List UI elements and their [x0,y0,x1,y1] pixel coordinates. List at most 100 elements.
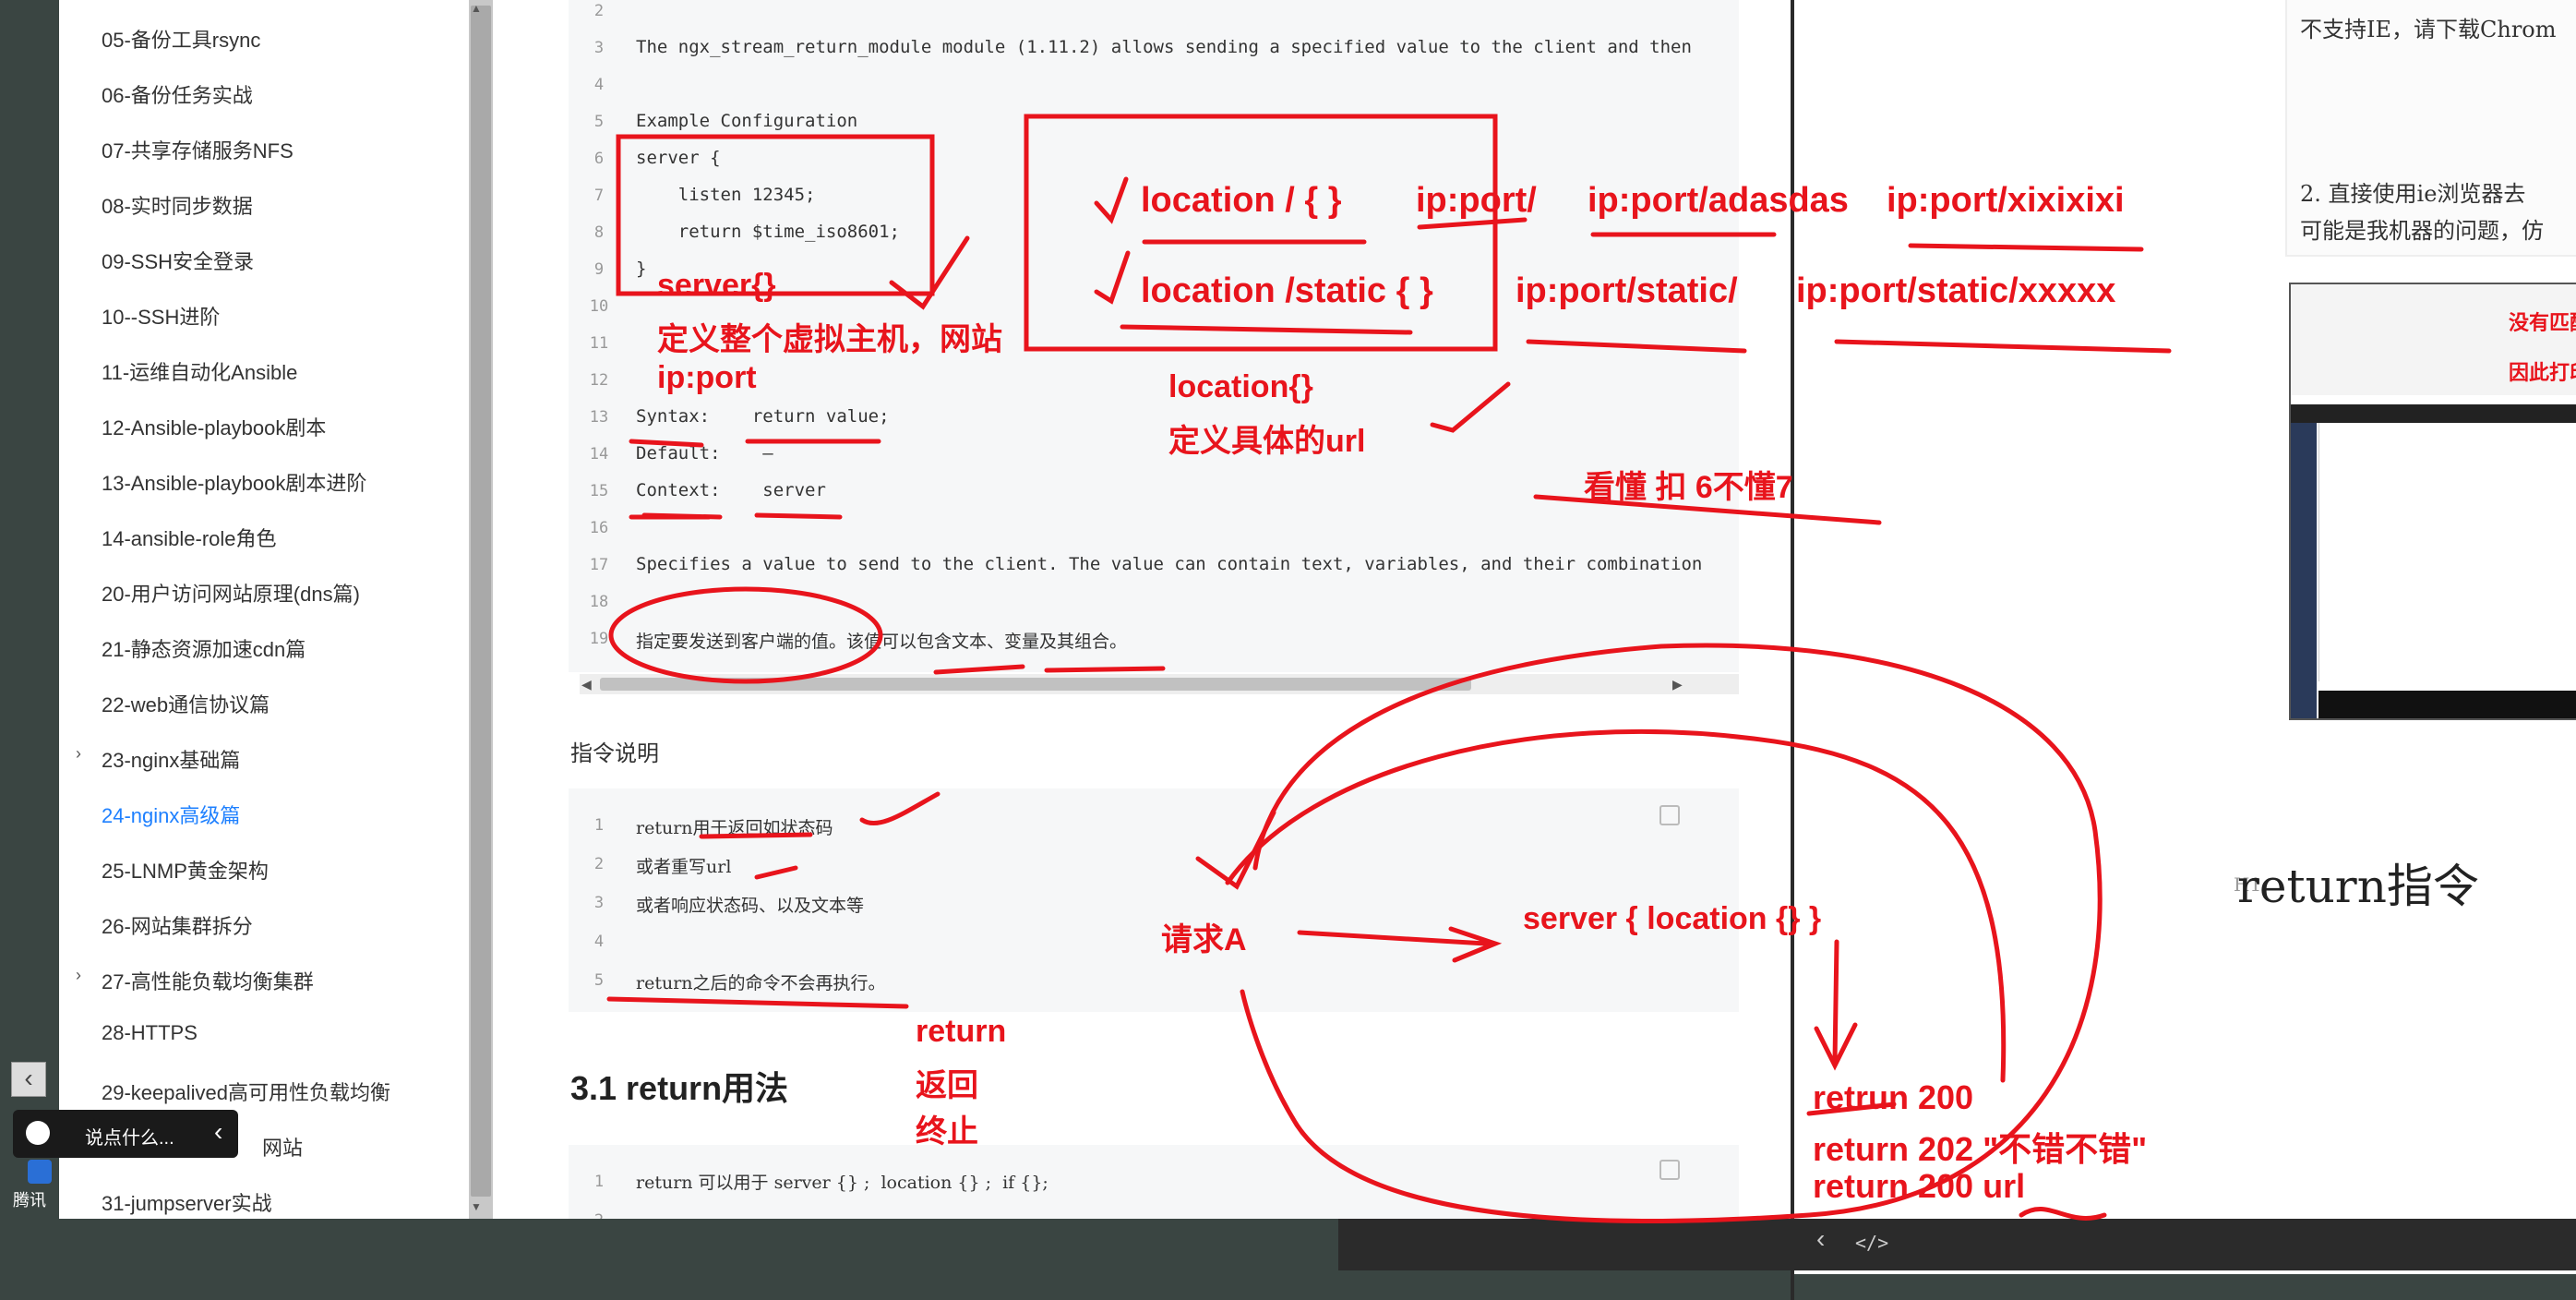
desktop-app-icon[interactable] [28,1160,52,1184]
code-line: 或者重写url [636,857,732,877]
bottom-toolbar: ‹ </> [1338,1219,2576,1270]
copy-code-icon[interactable] [1659,805,1680,825]
chat-bar[interactable]: 说点什么... ‹ [13,1110,238,1158]
sidebar-item[interactable]: 29-keepalived高可用性负载均衡 [102,1077,390,1106]
sidebar-item[interactable]: 08-实时同步数据 [102,190,253,220]
code-line: Example Configuration [636,111,858,131]
scroll-up-arrow[interactable]: ▲ [471,2,482,15]
sidebar-item[interactable]: 13-Ansible-playbook剧本进阶 [102,467,366,497]
sidebar-item[interactable]: 22-web通信协议篇 [102,689,270,718]
code-line: Specifies a value to send to the client.… [636,554,1703,574]
annotation: return [916,1014,1007,1049]
sidebar-item[interactable]: 10--SSH进阶 [102,301,220,331]
sidebar-item[interactable]: 31-jumpserver实战 [102,1187,272,1217]
sidebar-item[interactable]: 21-静态资源加速cdn篇 [102,633,306,663]
line-number: 2 [585,1211,613,1219]
sidebar-item[interactable]: 06-备份任务实战 [102,79,253,109]
sidebar-item[interactable]: 05-备份工具rsync [102,24,260,54]
annotation: location / { } [1141,181,1342,220]
code-line: return $time_iso8601; [636,222,900,242]
line-number: 18 [589,593,609,611]
annotation: ip:port/static/xxxxx [1796,271,2116,310]
annotation: 定义具体的url [1168,424,1366,459]
scroll-down-arrow[interactable]: ▼ [471,1200,482,1213]
sidebar-item[interactable]: 12-Ansible-playbook剧本 [102,412,326,441]
annotation: return 200 url [1813,1167,2026,1205]
annotation: retrun 200 [1813,1078,1974,1116]
taskbar-label: 腾讯 [13,1191,46,1210]
line-number: 3 [593,894,605,912]
line-number: 16 [589,519,609,537]
line-number: 6 [593,150,605,168]
sidebar-item[interactable]: 24-nginx高级篇 [102,800,240,829]
line-number: 5 [593,971,605,990]
tip-line: 2. 直接使用ie浏览器去 [2300,181,2526,207]
code-line: return之后的命令不会再执行。 [636,973,886,993]
doc-sidebar: 05-备份工具rsync 06-备份任务实战 07-共享存储服务NFS 08-实时同步… [59,0,469,1219]
sidebar-item[interactable]: 27-高性能负载均衡集群 [102,966,314,995]
annotation: ip:port/adasdas [1588,181,1849,220]
line-number: 4 [593,76,605,94]
code-line: 指定要发送到客户端的值。该值可以包含文本、变量及其组合。 [636,632,1128,652]
line-number: 5 [593,113,605,131]
thumbnail-annotation: 没有匹配 [2509,311,2576,334]
thumbnail-annotation: 因此打印 [2509,361,2576,384]
code-line: } [636,259,647,279]
annotation: 定义整个虚拟主机，网站 [657,322,1002,357]
tip-line: 可能是我机器的问题，仿 [2300,218,2544,244]
scroll-right-arrow[interactable]: ▶ [1672,677,1683,692]
code-line: Default: — [636,443,773,463]
sidebar-item[interactable]: 20-用户访问网站原理(dns篇) [102,578,360,608]
line-number: 15 [589,482,609,500]
sidebar-item[interactable]: 25-LNMP黄金架构 [102,855,269,885]
annotation: server{} [657,268,776,303]
code-line: 或者响应状态码、以及文本等 [636,896,865,916]
chat-collapse-button[interactable]: ‹ [214,1117,222,1147]
scroll-left-arrow[interactable]: ◀ [581,677,592,692]
line-number: 13 [589,408,609,427]
code-horizontal-scrollbar-thumb[interactable] [600,678,1471,691]
line-number: 11 [589,334,609,353]
sidebar-item[interactable]: 28-HTTPS [102,1021,198,1045]
sidebar-item[interactable]: 11-运维自动化Ansible [102,356,297,386]
annotation: ip:port [657,360,757,395]
chevron-right-icon[interactable]: › [76,744,81,764]
copy-code-icon[interactable] [1659,1160,1680,1180]
heading-3-1: 3.1 return用法 [570,1069,789,1107]
annotation: return 202 "不错不错" [1813,1130,2148,1168]
sidebar-item[interactable]: 23-nginx基础篇 [102,744,240,774]
sidebar-scrollbar-thumb[interactable] [471,6,491,1197]
line-number: 4 [593,933,605,951]
annotation: location{} [1168,369,1313,404]
code-line: Syntax: return value; [636,406,890,427]
sidebar-item[interactable]: 26-网站集群拆分 [102,910,253,940]
annotation: ip:port/ [1416,181,1537,220]
sidebar-item[interactable]: 09-SSH安全登录 [102,246,254,275]
sidebar-item[interactable]: 14-ansible-role角色 [102,523,277,552]
annotation: 终止 [916,1114,978,1150]
tip-line: 不支持IE，请下载Chrom [2300,17,2557,42]
sidebar-collapse-button[interactable]: ‹ [11,1062,46,1097]
code-line: listen 12345; [636,185,816,205]
section-label: 指令说明 [570,741,659,766]
emoji-icon[interactable] [26,1121,50,1145]
code-line: return 可以用于 server {} ; location {} ; if… [636,1173,1048,1193]
back-button[interactable]: ‹ [1816,1224,1825,1254]
code-line: The ngx_stream_return_module module (1.1… [636,37,1692,57]
line-number: 2 [593,855,605,873]
source-code-button[interactable]: </> [1855,1232,1888,1254]
line-number: 9 [593,260,605,279]
annotation: 请求A [1161,922,1247,957]
screenshot-thumbnail[interactable]: 没有匹配 因此打印 [2289,283,2576,720]
line-number: 12 [589,371,609,390]
line-number: 17 [589,556,609,574]
annotation: location /static { } [1141,271,1433,310]
code-line: return用于返回如状态码 [636,818,833,838]
line-number: 1 [593,816,605,835]
sidebar-item[interactable]: 网站 [262,1132,303,1162]
annotation: server { location {} } [1523,901,1822,936]
line-number: 2 [593,2,605,20]
sidebar-item[interactable]: 07-共享存储服务NFS [102,135,294,164]
chat-input[interactable]: 说点什么... [85,1123,174,1150]
chevron-right-icon[interactable]: › [76,966,81,985]
